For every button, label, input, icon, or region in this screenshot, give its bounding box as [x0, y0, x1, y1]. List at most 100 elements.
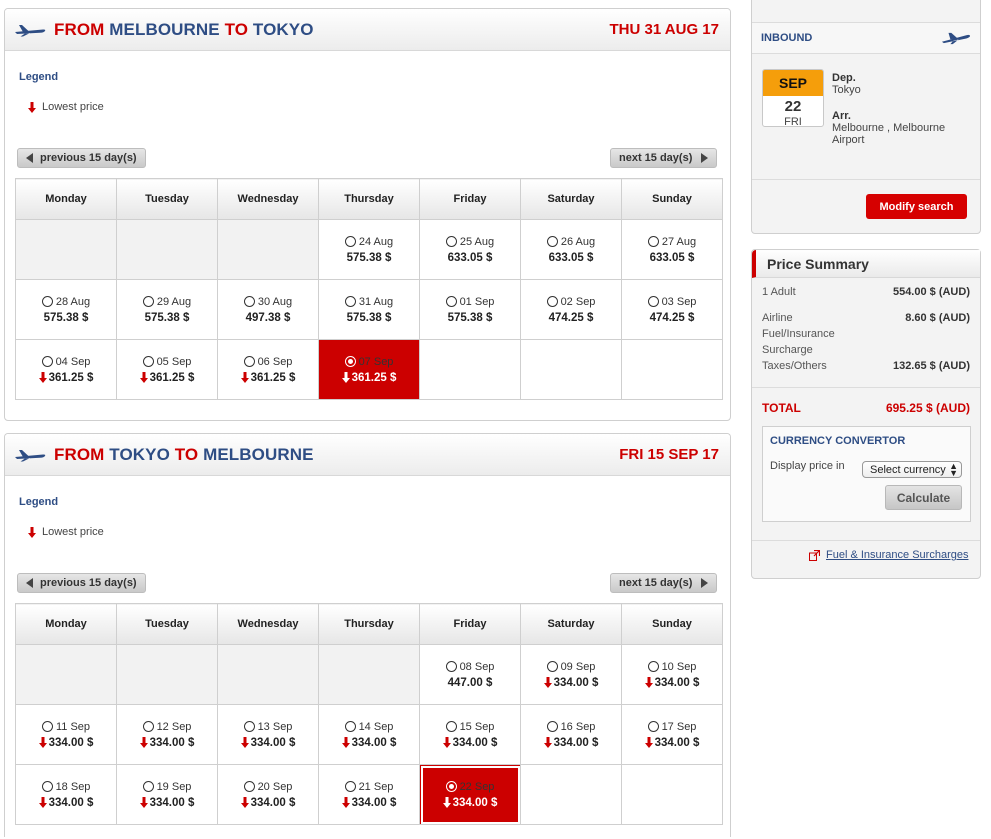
calendar-day-cell[interactable]: 06 Sep 361.25 $ [217, 339, 319, 400]
fare-radio[interactable] [445, 721, 457, 732]
fare-radio[interactable] [344, 781, 356, 792]
calendar-day-cell-selected[interactable]: 22 Sep 334.00 $ [419, 764, 521, 825]
inbound-header: INBOUND [752, 22, 980, 54]
calendar-day-cell[interactable]: 08 Sep 447.00 $ [419, 644, 521, 705]
fare-date: 11 Sep [16, 721, 116, 733]
previous-days-button[interactable]: previous 15 day(s) [17, 148, 146, 168]
fare-radio[interactable] [142, 356, 154, 367]
arrow-down-icon [442, 737, 451, 748]
legend-lowest-price: Lowest price [28, 101, 104, 113]
calendar-day-cell[interactable]: 29 Aug 575.38 $ [116, 279, 218, 340]
fare-radio[interactable] [546, 721, 558, 732]
fare-radio[interactable] [41, 781, 53, 792]
fare-radio[interactable] [647, 296, 659, 307]
calendar-day-cell[interactable]: 31 Aug 575.38 $ [318, 279, 420, 340]
fare-radio[interactable] [445, 661, 457, 672]
calendar-day-cell[interactable]: 19 Sep 334.00 $ [116, 764, 218, 825]
calendar-day-cell[interactable]: 11 Sep 334.00 $ [15, 704, 117, 765]
calendar-day-cell[interactable]: 25 Aug 633.05 $ [419, 219, 521, 280]
fare-radio[interactable] [243, 356, 255, 367]
fare-radio[interactable] [41, 721, 53, 732]
fare-radio[interactable] [344, 721, 356, 732]
calendar-day-cell[interactable]: 13 Sep 334.00 $ [217, 704, 319, 765]
fare-radio[interactable] [243, 781, 255, 792]
calendar-day-cell[interactable]: 20 Sep 334.00 $ [217, 764, 319, 825]
fare-radio[interactable] [344, 356, 356, 367]
fare-price: 334.00 $ [319, 797, 419, 809]
fare-radio[interactable] [41, 356, 53, 367]
previous-days-button[interactable]: previous 15 day(s) [17, 573, 146, 593]
fare-radio[interactable] [344, 296, 356, 307]
fare-radio[interactable] [41, 296, 53, 307]
arrow-down-icon [38, 372, 47, 383]
weekday-header: Friday [419, 178, 521, 220]
route-destination-city: TOKYO [252, 19, 314, 39]
fare-radio[interactable] [647, 721, 659, 732]
calendar-day-cell[interactable]: 02 Sep 474.25 $ [520, 279, 622, 340]
return-flight-panel: FROM TOKYO TO MELBOURNE FRI 15 SEP 17 Le… [4, 433, 731, 837]
fare-date-label: 20 Sep [257, 780, 293, 793]
weekday-header: Saturday [520, 603, 622, 645]
modify-search-button[interactable]: Modify search [866, 194, 967, 219]
outbound-date: THU 31 AUG 17 [609, 21, 719, 38]
calendar-day-cell[interactable]: 27 Aug 633.05 $ [621, 219, 723, 280]
calendar-day-cell[interactable]: 28 Aug 575.38 $ [15, 279, 117, 340]
calculate-button[interactable]: Calculate [885, 485, 962, 510]
next-days-button[interactable]: next 15 day(s) [610, 148, 718, 168]
fuel-surcharges-link[interactable]: Fuel & Insurance Surcharges [809, 549, 968, 561]
next-days-button[interactable]: next 15 day(s) [610, 573, 718, 593]
calendar-day-cell[interactable]: 10 Sep 334.00 $ [621, 644, 723, 705]
fare-radio[interactable] [546, 236, 558, 247]
calendar-empty-cell [318, 644, 420, 705]
calendar-week-row: 04 Sep 361.25 $ 05 Sep 361.25 $ 06 Sep 361.25… [15, 339, 723, 400]
fare-price-value: 575.38 $ [144, 311, 190, 324]
fare-radio[interactable] [647, 236, 659, 247]
fare-radio[interactable] [142, 296, 154, 307]
fare-price: 575.38 $ [16, 312, 116, 324]
calendar-day-cell[interactable]: 01 Sep 575.38 $ [419, 279, 521, 340]
calendar-day-cell[interactable]: 18 Sep 334.00 $ [15, 764, 117, 825]
fare-date: 07 Sep [319, 356, 419, 368]
calendar-day-cell[interactable]: 04 Sep 361.25 $ [15, 339, 117, 400]
fare-date-label: 15 Sep [459, 720, 495, 733]
fare-radio[interactable] [546, 296, 558, 307]
arrow-right-icon [701, 153, 709, 163]
fare-radio[interactable] [445, 781, 457, 792]
fare-date: 09 Sep [521, 661, 621, 673]
calendar-day-cell[interactable]: 17 Sep 334.00 $ [621, 704, 723, 765]
calendar-day-cell[interactable]: 21 Sep 334.00 $ [318, 764, 420, 825]
calendar-day-cell[interactable]: 14 Sep 334.00 $ [318, 704, 420, 765]
fare-radio[interactable] [142, 721, 154, 732]
fare-radio[interactable] [243, 296, 255, 307]
weekday-header: Thursday [318, 603, 420, 645]
calendar-day-cell[interactable]: 15 Sep 334.00 $ [419, 704, 521, 765]
calendar-day-cell[interactable]: 26 Aug 633.05 $ [520, 219, 622, 280]
calendar-day-cell[interactable]: 24 Aug 575.38 $ [318, 219, 420, 280]
fare-price-value: 575.38 $ [447, 311, 493, 324]
route-to-keyword: TO [174, 444, 199, 464]
calendar-day-cell-selected[interactable]: 07 Sep 361.25 $ [318, 339, 420, 400]
currency-select[interactable]: Select currency ▲ ▼ [862, 461, 962, 478]
fare-radio[interactable] [243, 721, 255, 732]
fare-price: 633.05 $ [521, 252, 621, 264]
calendar-day-cell[interactable]: 03 Sep 474.25 $ [621, 279, 723, 340]
calendar-day-cell[interactable]: 09 Sep 334.00 $ [520, 644, 622, 705]
arrow-down-icon [543, 677, 552, 688]
fare-date: 01 Sep [420, 296, 520, 308]
calendar-day-cell[interactable]: 30 Aug 497.38 $ [217, 279, 319, 340]
calendar-day-cell[interactable]: 05 Sep 361.25 $ [116, 339, 218, 400]
calendar-week-row: 24 Aug 575.38 $ 25 Aug 633.05 $ 26 Aug 633.05… [15, 219, 723, 280]
return-header: FROM TOKYO TO MELBOURNE FRI 15 SEP 17 [5, 434, 730, 476]
fare-radio[interactable] [647, 661, 659, 672]
fare-radio[interactable] [546, 661, 558, 672]
calendar-day-cell[interactable]: 16 Sep 334.00 $ [520, 704, 622, 765]
fare-radio[interactable] [142, 781, 154, 792]
previous-days-label: previous 15 day(s) [40, 152, 137, 164]
calendar-day-cell[interactable]: 12 Sep 334.00 $ [116, 704, 218, 765]
fare-date: 28 Aug [16, 296, 116, 308]
fare-radio[interactable] [445, 296, 457, 307]
fare-radio[interactable] [344, 236, 356, 247]
fare-radio[interactable] [445, 236, 457, 247]
fare-date-label: 13 Sep [257, 720, 293, 733]
fare-date-label: 02 Sep [560, 295, 596, 308]
